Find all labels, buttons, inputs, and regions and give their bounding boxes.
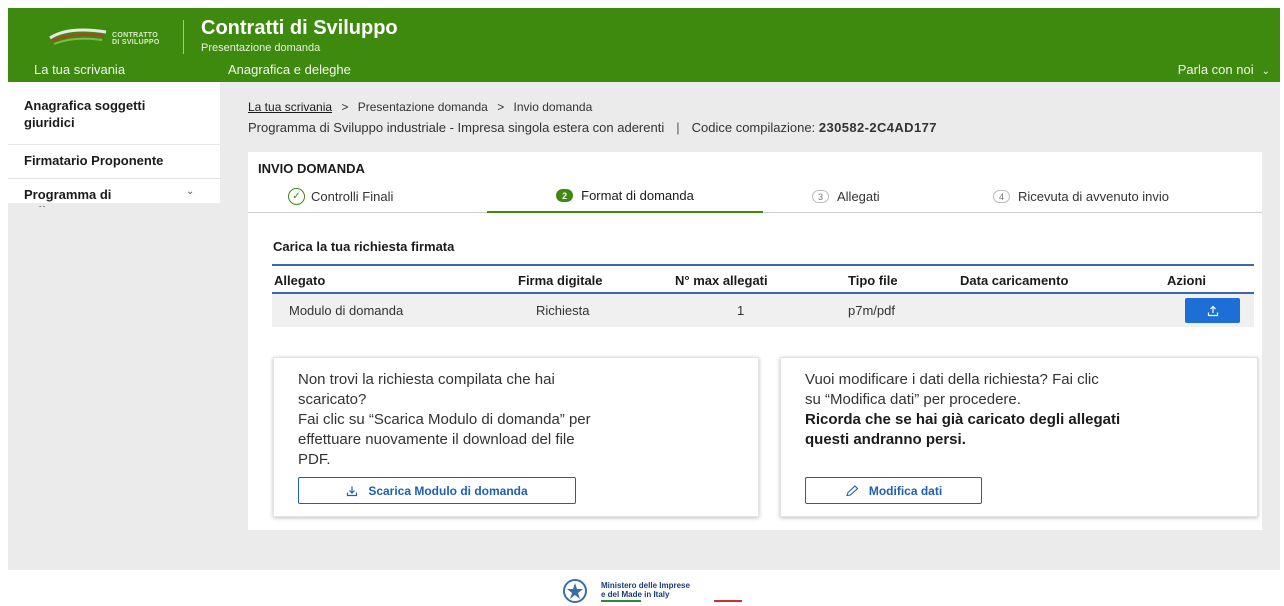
- table-cell: Richiesta: [536, 303, 590, 318]
- app-frame: CONTRATTO DI SVILUPPO Contratti di Svilu…: [8, 8, 1280, 606]
- sidebar-item-firmatario[interactable]: Firmatario Proponente: [24, 152, 163, 169]
- contratto-logo[interactable]: CONTRATTO DI SVILUPPO: [48, 24, 164, 50]
- tab-controlli-finali[interactable]: ✓ Controlli Finali: [288, 180, 393, 213]
- ministry-name: Ministero delle Imprese e del Made in It…: [601, 581, 690, 599]
- programma-label: Programma di Sviluppo industriale - Impr…: [248, 120, 665, 135]
- logo-swoosh-icon: [49, 28, 107, 45]
- table-cell: 1: [737, 303, 745, 318]
- tab-label: Controlli Finali: [311, 189, 394, 204]
- brand-divider: [183, 20, 184, 54]
- tab-label: Format di domanda: [581, 188, 694, 203]
- modifica-info-box: Vuoi modificare i dati della richiesta? …: [780, 357, 1258, 517]
- column-header: Tipo file: [848, 273, 898, 288]
- nav-la-tua-scrivania[interactable]: La tua scrivania: [34, 62, 125, 77]
- context-line: Programma di Sviluppo industriale - Impr…: [248, 120, 937, 135]
- sidebar-item-label: Programma di: [24, 187, 112, 202]
- breadcrumb-home-link[interactable]: La tua scrivania: [248, 100, 332, 114]
- column-header: Data caricamento: [960, 273, 1069, 288]
- sidebar-item-label: giuridici: [24, 115, 75, 130]
- sidebar-item-label: Firmatario Proponente: [24, 153, 164, 168]
- download-icon: [346, 485, 358, 497]
- logo-text-line1: CONTRATTO: [112, 32, 158, 39]
- sidebar-item-label: Anagrafica soggetti: [24, 98, 146, 113]
- table-header: Allegato Firma digitale N° max allegati …: [272, 264, 1254, 294]
- table-row: Modulo di domanda Richiesta 1 p7m/pdf: [272, 294, 1254, 327]
- footer: Ministero delle Imprese e del Made in It…: [8, 570, 1280, 606]
- app-subtitle: Presentazione domanda: [201, 42, 321, 54]
- tab-allegati[interactable]: 3 Allegati: [812, 180, 880, 213]
- info-line: scaricato?: [298, 391, 367, 408]
- info-line: Non trovi la richiesta compilata che hai: [298, 371, 555, 388]
- column-header: Azioni: [1167, 273, 1206, 288]
- step-number-badge: 4: [993, 190, 1010, 203]
- column-header: N° max allegati: [675, 273, 768, 288]
- modifica-info-text: Vuoi modificare i dati della richiesta? …: [805, 370, 1120, 450]
- step-number-badge: 2: [556, 189, 574, 202]
- column-header: Allegato: [274, 273, 326, 288]
- allegati-table: Allegato Firma digitale N° max allegati …: [272, 264, 1254, 327]
- app-title: Contratti di Sviluppo: [201, 17, 398, 39]
- info-line: PDF.: [298, 451, 331, 468]
- card-title: INVIO DOMANDA: [258, 161, 365, 176]
- logo-text: CONTRATTO DI SVILUPPO: [112, 32, 160, 46]
- ministry-line: e del Made in Italy: [601, 590, 670, 599]
- upload-icon: [1207, 305, 1218, 316]
- top-nav: La tua scrivania Anagrafica e deleghe Pa…: [8, 60, 1280, 82]
- upload-button[interactable]: [1185, 298, 1240, 323]
- republic-emblem-icon: [563, 579, 587, 603]
- code-value: 230582-2C4AD177: [818, 120, 937, 135]
- header-bar: CONTRATTO DI SVILUPPO Contratti di Svilu…: [8, 8, 1280, 82]
- sidebar-item-programma[interactable]: Programma di sviluppo: [24, 186, 112, 207]
- sidebar-divider: [8, 178, 220, 179]
- logo-text-line2: DI SVILUPPO: [112, 39, 160, 46]
- breadcrumb-separator: >: [341, 100, 349, 114]
- sidebar-item-label: sviluppo: [24, 203, 111, 207]
- sidebar-divider: [8, 144, 220, 145]
- chevron-down-icon[interactable]: ⌄: [186, 186, 194, 197]
- info-line: effettuare nuovamente il download del fi…: [298, 431, 575, 448]
- check-circle-icon: ✓: [288, 188, 305, 205]
- tab-label: Ricevuta di avvenuto invio: [1018, 189, 1170, 204]
- table-cell: p7m/pdf: [848, 303, 895, 318]
- breadcrumb-item: Invio domanda: [513, 100, 593, 114]
- main-card: INVIO DOMANDA ✓ Controlli Finali 2 Forma…: [248, 152, 1262, 530]
- scarica-modulo-button[interactable]: Scarica Modulo di domanda: [298, 477, 576, 504]
- step-number-badge: 3: [812, 190, 829, 203]
- modifica-dati-label: Modifica dati: [868, 483, 943, 498]
- info-line: Vuoi modificare i dati della richiesta? …: [805, 371, 1099, 388]
- tab-format-domanda[interactable]: 2 Format di domanda: [487, 180, 763, 213]
- nav-parla-con-noi-label: Parla con noi: [1177, 62, 1254, 77]
- pencil-icon: [845, 484, 859, 497]
- table-cell: Modulo di domanda: [289, 303, 404, 318]
- info-warning-line: Ricorda che se hai già caricato degli al…: [805, 411, 1121, 428]
- sidebar-item-anagrafica-soggetti[interactable]: Anagrafica soggetti giuridici: [24, 97, 145, 131]
- nav-anagrafica-deleghe[interactable]: Anagrafica e deleghe: [228, 62, 351, 77]
- nav-parla-con-noi[interactable]: Parla con noi ⌄: [1178, 62, 1270, 77]
- breadcrumb: La tua scrivania > Presentazione domanda…: [248, 100, 592, 114]
- flag-stripe-green: [601, 600, 641, 602]
- code-label: Codice compilazione:: [691, 120, 816, 135]
- scarica-info-box: Non trovi la richiesta compilata che hai…: [273, 357, 759, 517]
- sidebar: Anagrafica soggetti giuridici Firmatario…: [8, 82, 220, 207]
- section-title: Carica la tua richiesta firmata: [273, 239, 455, 254]
- chevron-down-icon: ⌄: [1261, 66, 1270, 77]
- modifica-dati-button[interactable]: Modifica dati: [805, 477, 982, 504]
- tab-ricevuta[interactable]: 4 Ricevuta di avvenuto invio: [993, 180, 1169, 213]
- info-line: Fai clic su “Scarica Modulo di domanda” …: [298, 411, 591, 428]
- breadcrumb-item: Presentazione domanda: [357, 100, 488, 114]
- ministry-line: Ministero delle Imprese: [601, 581, 690, 590]
- scarica-modulo-label: Scarica Modulo di domanda: [368, 483, 528, 498]
- column-header: Firma digitale: [518, 273, 603, 288]
- scarica-info-text: Non trovi la richiesta compilata che hai…: [298, 370, 591, 470]
- stepper-tabs: ✓ Controlli Finali 2 Format di domanda 3…: [248, 180, 1262, 213]
- breadcrumb-separator: >: [497, 100, 505, 114]
- info-line: su “Modifica dati” per procedere.: [805, 391, 1021, 408]
- flag-stripe-red: [714, 600, 742, 602]
- context-divider: |: [676, 120, 680, 135]
- info-warning-line: questi andranno persi.: [805, 431, 966, 448]
- tab-label: Allegati: [837, 189, 880, 204]
